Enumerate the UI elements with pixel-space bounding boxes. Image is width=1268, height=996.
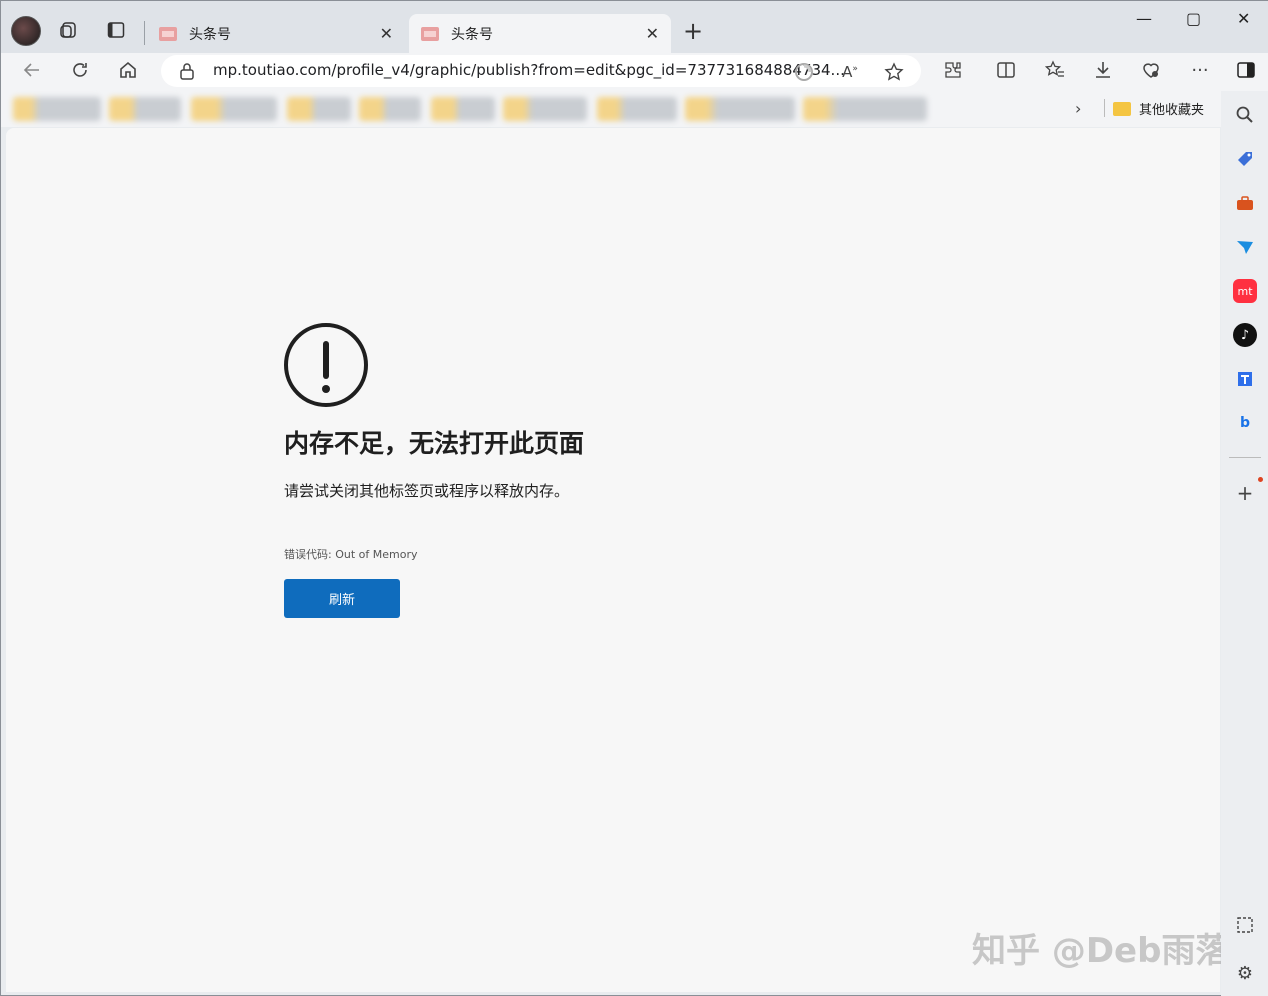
- exclamation-dot: [322, 385, 330, 393]
- error-code: 错误代码: Out of Memory: [284, 548, 418, 561]
- toolbox-icon[interactable]: [1233, 191, 1257, 215]
- tab-actions-icon[interactable]: [105, 19, 127, 41]
- refresh-button[interactable]: 刷新: [284, 579, 400, 618]
- new-tab-icon[interactable]: +: [683, 17, 703, 45]
- other-favorites-folder[interactable]: 其他收藏夹: [1113, 99, 1204, 118]
- plus-glyph: +: [1236, 481, 1254, 505]
- favorites-bar: [1, 91, 1221, 127]
- favorite-star-icon[interactable]: [883, 61, 905, 83]
- folder-icon: [1113, 101, 1131, 116]
- profile-avatar[interactable]: [11, 16, 41, 46]
- toutiao-favicon-icon: [421, 26, 439, 41]
- tab-toutiao-2[interactable]: 头条号 ✕: [409, 14, 671, 53]
- translate-icon[interactable]: [1233, 367, 1257, 391]
- home-icon[interactable]: [115, 57, 141, 83]
- close-tab-icon[interactable]: ✕: [646, 24, 659, 43]
- favorites-icon[interactable]: [1042, 57, 1068, 83]
- close-tab-icon[interactable]: ✕: [380, 24, 393, 43]
- edge-sidebar: mt ♪ b + ⚙: [1221, 91, 1268, 996]
- favorite-item-blurred[interactable]: [13, 97, 101, 121]
- tiktok-glyph: ♪: [1240, 327, 1250, 343]
- favorite-item-blurred[interactable]: [191, 97, 277, 121]
- browser-essentials-icon[interactable]: [1138, 57, 1164, 83]
- lock-icon[interactable]: [179, 62, 195, 84]
- extensions-icon[interactable]: [940, 57, 966, 83]
- read-aloud-icon[interactable]: A»: [839, 61, 861, 83]
- exclamation-bar: [323, 341, 329, 379]
- page-content: 内存不足，无法打开此页面 请尝试关闭其他标签页或程序以释放内存。 错误代码: O…: [6, 128, 1229, 992]
- send-icon[interactable]: [1233, 235, 1257, 259]
- watermark: 知乎 @Deb雨落: [972, 931, 1230, 971]
- favorite-item-blurred[interactable]: [431, 97, 495, 121]
- favorite-item-blurred[interactable]: [685, 97, 795, 121]
- error-title: 内存不足，无法打开此页面: [284, 429, 585, 458]
- favorite-item-blurred[interactable]: [597, 97, 677, 121]
- close-window-icon[interactable]: ✕: [1237, 9, 1250, 28]
- tab-toutiao-1[interactable]: 头条号 ✕: [147, 14, 405, 53]
- sidebar-separator: [1229, 457, 1261, 458]
- split-screen-icon[interactable]: [993, 57, 1019, 83]
- favorites-separator: [1104, 99, 1105, 117]
- favorite-item-blurred[interactable]: [359, 97, 421, 121]
- address-bar[interactable]: mp.toutiao.com/profile_v4/graphic/publis…: [161, 55, 921, 87]
- gear-glyph: ⚙: [1236, 962, 1254, 984]
- more-options-icon[interactable]: ···: [1187, 57, 1213, 83]
- tab-strip: 头条号 ✕ 头条号 ✕ + — ▢ ✕: [1, 1, 1268, 53]
- reload-icon[interactable]: [67, 57, 93, 83]
- favorite-item-blurred[interactable]: [503, 97, 587, 121]
- workspaces-icon[interactable]: [58, 19, 80, 41]
- add-icon[interactable]: +: [1233, 477, 1263, 505]
- tab-separator: [144, 21, 145, 45]
- notification-dot: [1258, 477, 1263, 482]
- warning-circle-icon: [284, 323, 368, 407]
- shopping-tag-icon[interactable]: [1233, 147, 1257, 171]
- bing-glyph: b: [1239, 415, 1251, 431]
- minimize-icon[interactable]: —: [1136, 9, 1152, 28]
- tab-title: 头条号: [451, 26, 493, 43]
- refresh-circle-icon[interactable]: [793, 61, 815, 83]
- app-icon[interactable]: mt: [1233, 279, 1257, 303]
- browser-window: 头条号 ✕ 头条号 ✕ + — ▢ ✕ mp.toutiao.com/profi…: [0, 0, 1268, 996]
- toutiao-favicon-icon: [159, 26, 177, 41]
- screenshot-icon[interactable]: [1233, 913, 1257, 937]
- back-icon[interactable]: [19, 57, 45, 83]
- other-favorites-label: 其他收藏夹: [1139, 103, 1205, 118]
- settings-gear-icon[interactable]: ⚙: [1233, 961, 1257, 985]
- favorite-item-blurred[interactable]: [109, 97, 181, 121]
- chevron-right-icon[interactable]: ›: [1075, 99, 1081, 118]
- tiktok-icon[interactable]: ♪: [1233, 323, 1257, 347]
- error-description: 请尝试关闭其他标签页或程序以释放内存。: [284, 482, 570, 500]
- url-text[interactable]: mp.toutiao.com/profile_v4/graphic/publis…: [213, 61, 845, 79]
- tab-title: 头条号: [189, 26, 231, 43]
- downloads-icon[interactable]: [1090, 57, 1116, 83]
- copilot-sidebar-icon[interactable]: [1233, 57, 1259, 83]
- bing-icon[interactable]: b: [1233, 411, 1257, 435]
- search-icon[interactable]: [1233, 103, 1257, 127]
- favorite-item-blurred[interactable]: [803, 97, 927, 121]
- maximize-icon[interactable]: ▢: [1186, 9, 1201, 28]
- favorite-item-blurred[interactable]: [287, 97, 351, 121]
